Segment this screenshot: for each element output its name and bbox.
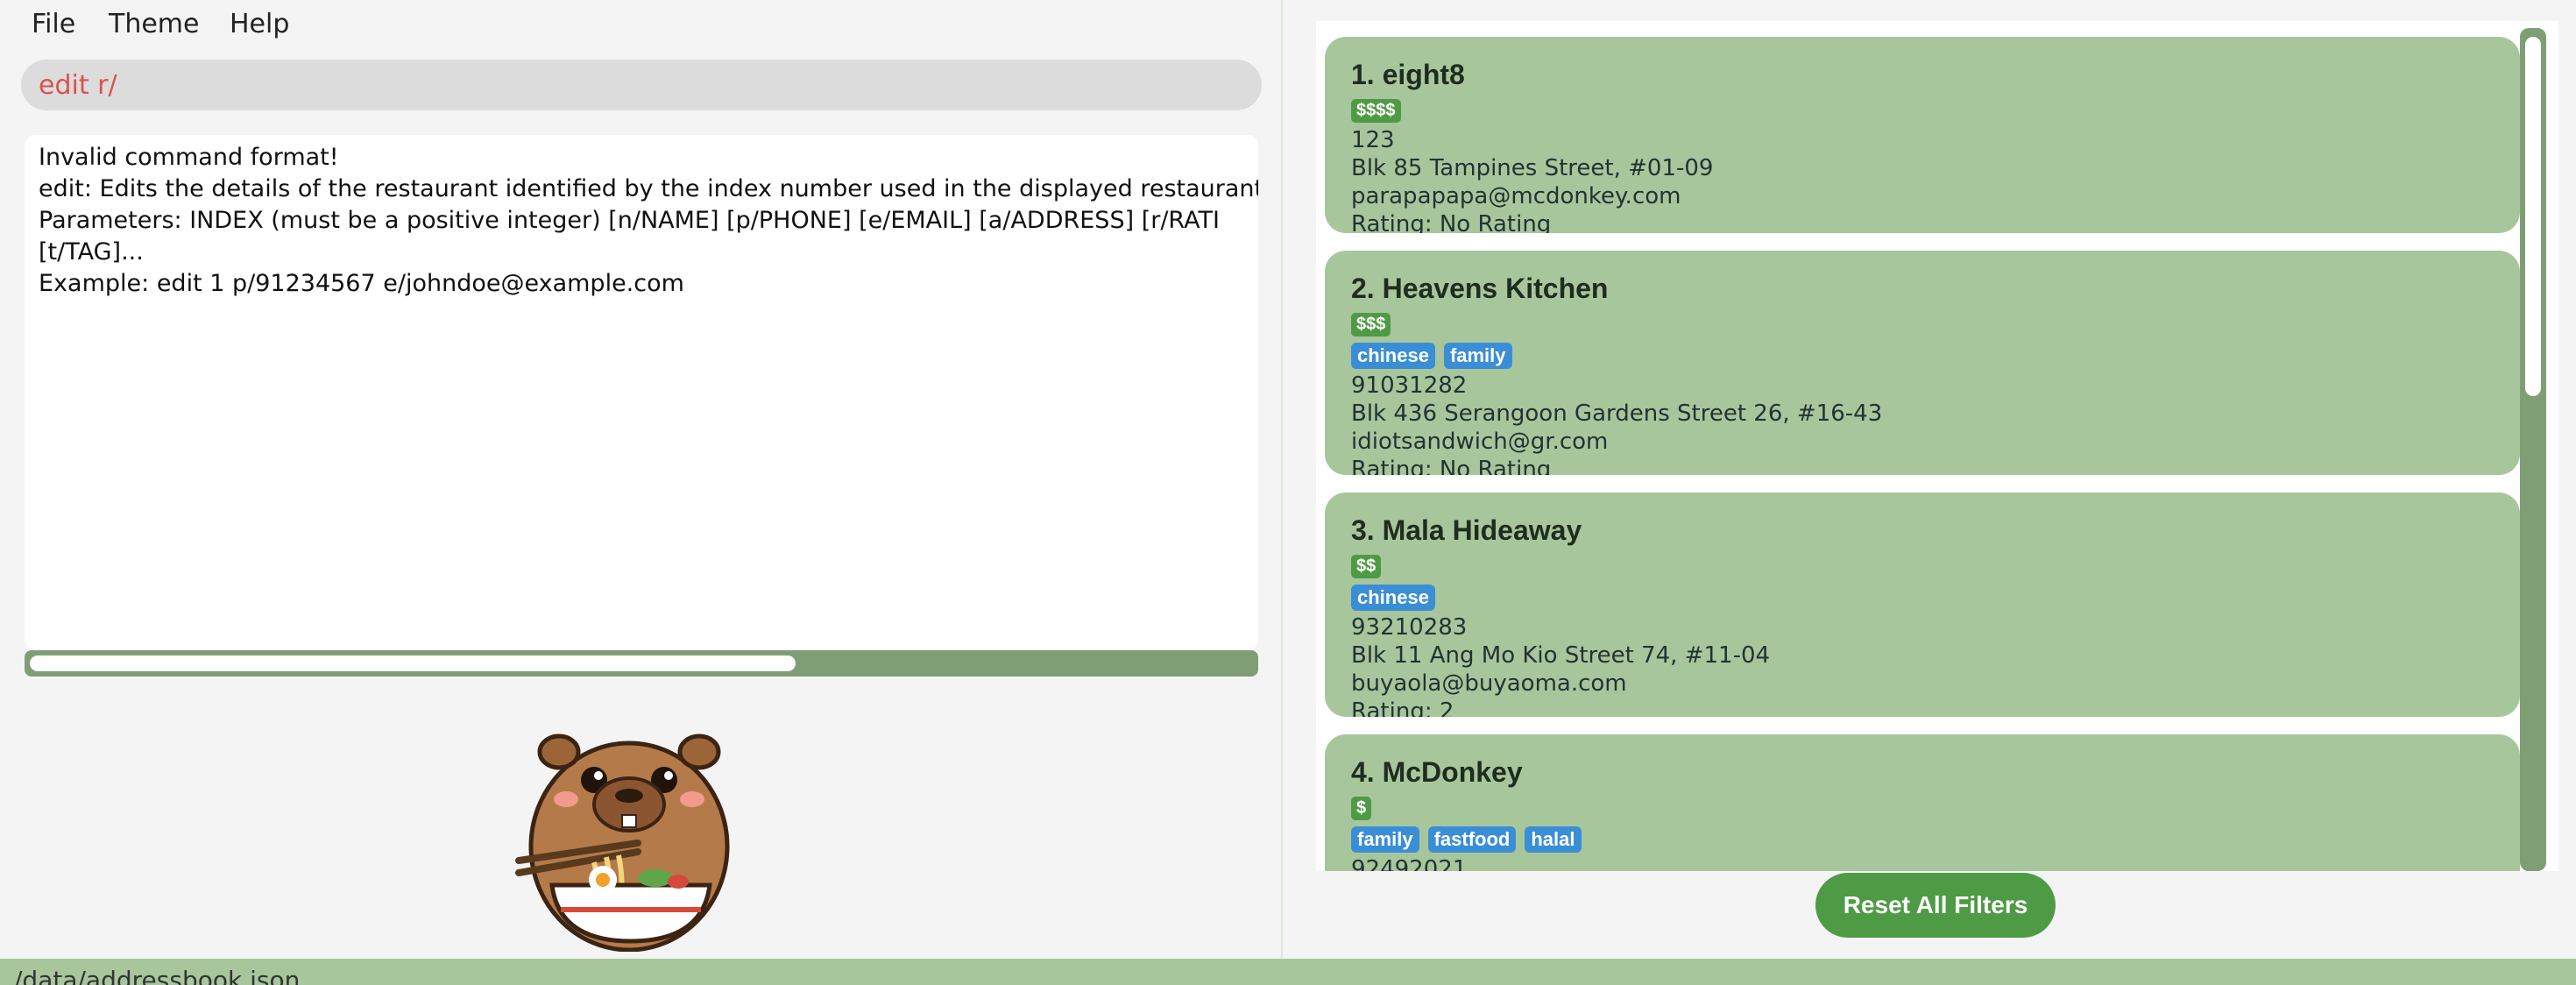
restaurant-card[interactable]: 1. eight8 $$$$ 123 Blk 85 Tampines Stree… <box>1325 37 2520 233</box>
list-vertical-scrollbar[interactable] <box>2520 28 2546 871</box>
tag-badge: chinese <box>1351 585 1435 611</box>
restaurant-email: buyaola@buyaoma.com <box>1351 670 1627 697</box>
restaurant-name: 1. eight8 <box>1351 59 1465 90</box>
tag-badge: fastfood <box>1427 826 1517 853</box>
restaurant-address: Blk 436 Serangoon Gardens Street 26, #16… <box>1351 400 1883 427</box>
restaurant-rating: Rating: 2 <box>1351 698 1454 717</box>
status-file-path: /data/addressbook.json <box>14 966 301 985</box>
menu-bar: File Theme Help <box>0 0 1281 51</box>
panel-divider[interactable] <box>1281 0 1283 959</box>
result-horizontal-scrollbar[interactable] <box>25 650 1258 677</box>
restaurant-phone: 91031282 <box>1351 372 1468 399</box>
restaurant-address: Blk 85 Tampines Street, #01-09 <box>1351 155 1714 181</box>
price-badge: $$ <box>1351 554 1382 578</box>
restaurant-card[interactable]: 3. Mala Hideaway $$ chinese 93210283 Blk… <box>1325 492 2520 717</box>
command-input[interactable] <box>37 68 1246 102</box>
tag-badge: family <box>1351 826 1419 853</box>
result-display: Invalid command format! edit: Edits the … <box>25 135 1258 650</box>
restaurant-name: 3. Mala Hideaway <box>1351 514 1582 546</box>
restaurant-phone: 93210283 <box>1351 614 1468 641</box>
result-line: edit: Edits the details of the restauran… <box>39 175 1258 202</box>
restaurant-list[interactable]: 1. eight8 $$$$ 123 Blk 85 Tampines Stree… <box>1316 21 2558 871</box>
restaurant-rating: Rating: No Rating <box>1351 211 1552 233</box>
status-bar: /data/addressbook.json <box>0 959 2576 985</box>
restaurant-phone: 92492021 <box>1351 856 1468 871</box>
tag-badge: halal <box>1525 826 1582 853</box>
menu-file[interactable]: File <box>32 9 75 39</box>
menu-theme[interactable]: Theme <box>109 9 199 39</box>
price-badge: $$$$ <box>1351 98 1401 123</box>
restaurant-email: parapapapa@mcdonkey.com <box>1351 183 1681 209</box>
menu-help[interactable]: Help <box>230 9 289 39</box>
command-box <box>21 60 1262 110</box>
restaurant-address: Blk 11 Ang Mo Kio Street 74, #11-04 <box>1351 642 1771 669</box>
result-line: [t/TAG]... <box>39 238 144 266</box>
result-line: Parameters: INDEX (must be a positive in… <box>39 207 1220 234</box>
price-badge: $$$ <box>1351 312 1391 337</box>
result-line: Example: edit 1 p/91234567 e/johndoe@exa… <box>39 270 684 297</box>
scrollbar-thumb[interactable] <box>30 655 796 671</box>
capybara-ramen-icon <box>515 733 730 952</box>
restaurant-card[interactable]: 4. McDonkey $ family fastfood halal 9249… <box>1325 734 2520 871</box>
restaurant-phone: 123 <box>1351 127 1395 153</box>
tag-badge: chinese <box>1351 343 1435 369</box>
scrollbar-thumb[interactable] <box>2525 37 2541 396</box>
tag-badge: family <box>1443 343 1512 369</box>
price-badge: $ <box>1351 796 1372 820</box>
restaurant-name: 4. McDonkey <box>1351 756 1523 788</box>
result-line: Invalid command format! <box>39 144 339 171</box>
restaurant-card[interactable]: 2. Heavens Kitchen $$$ chinese family 91… <box>1325 251 2520 475</box>
reset-all-filters-button[interactable]: Reset All Filters <box>1815 873 2056 938</box>
restaurant-rating: Rating: No Rating <box>1351 457 1552 475</box>
restaurant-name: 2. Heavens Kitchen <box>1351 273 1609 304</box>
restaurant-email: idiotsandwich@gr.com <box>1351 429 1609 455</box>
